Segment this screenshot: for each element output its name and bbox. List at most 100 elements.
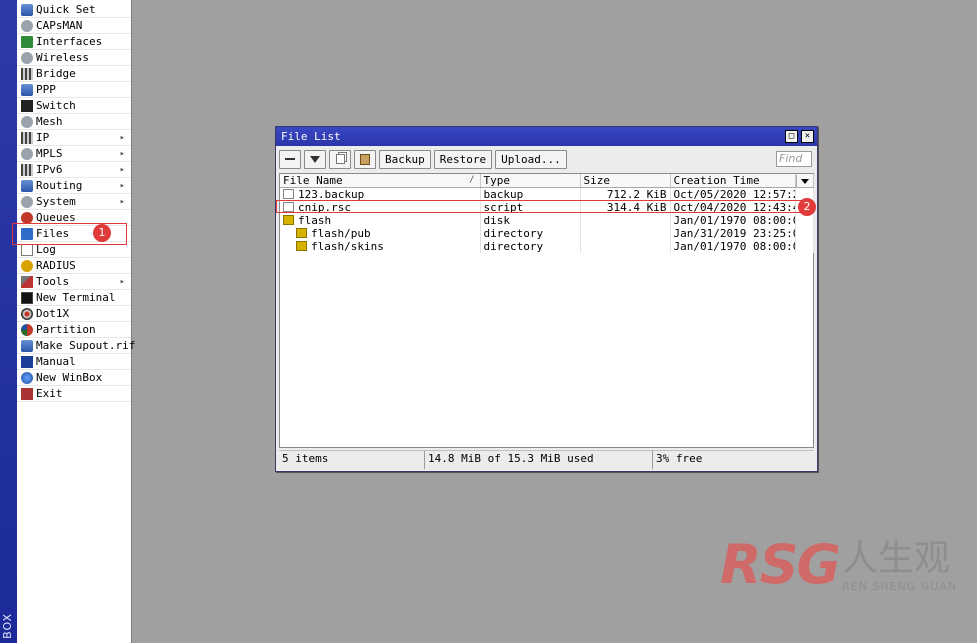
sidebar-item-exit[interactable]: Exit [17,386,131,402]
cell-type: disk [480,214,581,227]
brand-strip: BOX [0,0,17,643]
ppp-icon [21,84,33,96]
submenu-arrow-icon: ▸ [119,133,125,143]
brand-strip-text: BOX [1,613,14,639]
column-header-creation-time[interactable]: Creation Time [670,174,796,188]
sidebar-item-label: New Terminal [36,291,116,304]
upload-button[interactable]: Upload... [495,149,567,169]
sidebar-item-routing[interactable]: Routing ▸ [17,178,131,194]
cell-file-name: cnip.rsc [280,201,481,214]
sidebar-item-mesh[interactable]: Mesh [17,114,131,130]
sidebar-item-label: Make Supout.rif [36,339,136,352]
submenu-arrow-icon: ▸ [119,149,125,159]
sidebar-item-tools[interactable]: Tools ▸ [17,274,131,290]
supout-icon [21,340,33,352]
submenu-arrow-icon: ▸ [119,181,125,191]
terminal-icon [21,292,33,304]
filter-icon [310,155,320,163]
dot1x-icon [21,308,33,320]
column-header-size[interactable]: Size [580,174,671,188]
column-menu-button[interactable] [795,174,814,188]
column-header-file-name[interactable]: File Name / [280,174,481,188]
wireless-icon [21,52,33,64]
cell-size: 712.2 KiB [580,187,671,201]
cell-size [580,240,671,253]
switch-icon [21,100,33,112]
submenu-arrow-icon: ▸ [119,165,125,175]
sidebar-item-label: Interfaces [36,35,103,48]
chevron-down-icon [795,175,812,187]
exit-icon [21,388,33,400]
sidebar-item-label: CAPsMAN [36,19,83,32]
sidebar-item-bridge[interactable]: Bridge [17,66,131,82]
mpls-icon [21,148,33,160]
remove-button[interactable] [279,149,301,169]
sidebar-item-quick-set[interactable]: Quick Set [17,2,131,18]
sidebar-item-label: System [36,195,76,208]
copy-button[interactable] [329,149,351,169]
sidebar-item-log[interactable]: Log [17,242,131,258]
folder-icon [296,228,307,238]
sidebar-item-radius[interactable]: RADIUS [17,258,131,274]
tools-icon [21,276,33,288]
sidebar-item-wireless[interactable]: Wireless [17,50,131,66]
window-toolbar: Backup Restore Upload... Find [276,146,817,172]
annotation-marker-2: 2 [798,198,816,216]
sidebar-item-interfaces[interactable]: Interfaces [17,34,131,50]
cell-spacer [795,227,814,240]
filter-button[interactable] [304,149,326,169]
sidebar-item-new-winbox[interactable]: New WinBox [17,370,131,386]
folder-icon [283,215,294,225]
watermark-english: REN SHENG GUAN [842,580,958,593]
sidebar-item-dot1x[interactable]: Dot1X [17,306,131,322]
sidebar-item-ipv6[interactable]: IPv6 ▸ [17,162,131,178]
sidebar-item-capsman[interactable]: CAPsMAN [17,18,131,34]
sidebar-item-make-supout-rif[interactable]: Make Supout.rif [17,338,135,354]
sidebar-item-ip[interactable]: IP ▸ [17,130,131,146]
maximize-button[interactable]: □ [785,130,798,143]
cell-type: script [480,201,581,214]
files-icon [21,228,33,240]
column-header-type[interactable]: Type [480,174,581,188]
table-row[interactable]: 123.backup backup 712.2 KiB Oct/05/2020 12:… [280,187,814,201]
submenu-arrow-icon: ▸ [119,197,125,207]
sidebar-item-files[interactable]: Files [17,226,131,242]
sidebar-item-label: Bridge [36,67,76,80]
partition-icon [21,324,33,336]
sidebar-item-switch[interactable]: Switch [17,98,131,114]
paste-icon [360,153,370,165]
sidebar-item-label: MPLS [36,147,63,160]
restore-button[interactable]: Restore [433,149,493,169]
window-titlebar[interactable]: File List □ ✕ [276,127,817,146]
sidebar-item-new-terminal[interactable]: New Terminal [17,290,131,306]
window-title: File List [281,130,341,143]
file-name-text: flash/skins [311,240,384,253]
close-button[interactable]: ✕ [801,130,814,143]
table-row[interactable]: cnip.rsc script 314.4 KiB Oct/04/2020 12:43… [280,201,814,214]
cell-size [580,227,671,240]
sidebar-item-label: Wireless [36,51,89,64]
backup-button[interactable]: Backup [379,149,431,169]
status-item-count: 5 items [279,451,425,469]
table-row[interactable]: flash/pub directory Jan/31/2019 23:25:00 [280,227,814,240]
sidebar-item-mpls[interactable]: MPLS ▸ [17,146,131,162]
sidebar-item-manual[interactable]: Manual [17,354,131,370]
paste-button[interactable] [354,149,376,169]
status-bar: 5 items 14.8 MiB of 15.3 MiB used 3% fre… [279,450,814,469]
table-row[interactable]: flash/skins directory Jan/01/1970 08:00:03 [280,240,814,253]
sidebar-item-system[interactable]: System ▸ [17,194,131,210]
radius-icon [21,260,33,272]
watermark-chinese: 人生观 [842,538,951,579]
cell-creation-time: Jan/31/2019 23:25:00 [670,227,796,240]
menu-list: Quick Set CAPsMAN Interfaces Wireless Bridge… [17,0,135,402]
sidebar-item-partition[interactable]: Partition [17,322,131,338]
find-input[interactable]: Find [776,151,812,167]
sidebar-item-label: Routing [36,179,83,192]
sidebar-item-label: Files [36,227,70,240]
sidebar-item-queues[interactable]: Queues [17,210,131,226]
sidebar-item-ppp[interactable]: PPP [17,82,131,98]
cell-creation-time: Oct/04/2020 12:43:42 [670,201,796,214]
table-row[interactable]: flash disk Jan/01/1970 08:00:02 [280,214,814,227]
sidebar-item-label: Tools [36,275,70,288]
cell-type: backup [480,187,581,201]
